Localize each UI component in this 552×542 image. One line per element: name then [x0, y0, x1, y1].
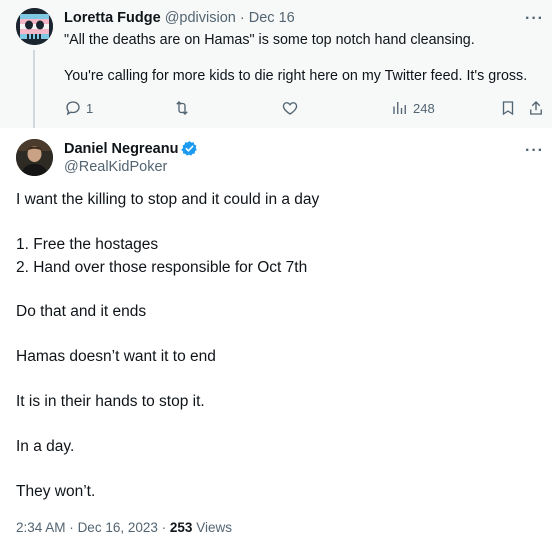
- tweet-date[interactable]: Dec 16, 2023: [78, 520, 158, 535]
- reply-author-name[interactable]: Loretta Fudge: [64, 10, 161, 26]
- tweet-body-line: It is in their hands to stop it.: [16, 393, 205, 410]
- retweet-icon: [176, 101, 188, 115]
- like-icon: [282, 102, 298, 115]
- tweet-body-line: Hamas doesn’t want it to end: [16, 348, 216, 365]
- tweet-time[interactable]: 2:34 AM: [16, 520, 66, 535]
- reply-separator: ·: [239, 10, 245, 26]
- profile-photo-icon: [16, 139, 53, 176]
- reply-count: 1: [86, 100, 94, 116]
- share-icon: [530, 101, 542, 115]
- reply-tweet[interactable]: Loretta Fudge @pdivision · Dec 16 ··· "A…: [0, 0, 552, 128]
- like-button[interactable]: [281, 98, 299, 118]
- tweet-body-line: 2. Hand over those responsible for Oct 7…: [16, 259, 308, 276]
- reply-icon: [66, 101, 80, 116]
- views-button[interactable]: 248: [391, 98, 435, 118]
- tweet-views-label: Views: [196, 520, 232, 535]
- share-button[interactable]: [527, 98, 545, 118]
- bookmark-button[interactable]: [499, 98, 517, 118]
- tweet-time-separator: ·: [69, 520, 74, 535]
- tweet-body-line: 1. Free the hostages: [16, 236, 159, 253]
- reply-button[interactable]: 1: [64, 98, 93, 118]
- tweet-timestamp-row: 2:34 AM · Dec 16, 2023 · 253 Views: [16, 520, 232, 535]
- reply-action-bar: 1 248: [64, 98, 544, 118]
- views-count: 248: [413, 100, 435, 116]
- main-author-name-row: Daniel Negreanu: [64, 140, 198, 157]
- main-author-handle[interactable]: @RealKidPoker: [64, 159, 167, 175]
- reply-header: Loretta Fudge @pdivision · Dec 16: [64, 10, 295, 26]
- avatar[interactable]: [16, 8, 53, 45]
- reply-text-line-1: "All the deaths are on Hamas" is some to…: [64, 32, 475, 48]
- tweet-body-line: Do that and it ends: [16, 303, 147, 320]
- tweet-views-count: 253: [169, 520, 193, 535]
- main-author-name[interactable]: Daniel Negreanu: [64, 141, 178, 157]
- tweet-body-line: They won’t.: [16, 483, 96, 500]
- tweet-views-separator: ·: [161, 520, 167, 535]
- retweet-button[interactable]: [173, 98, 191, 118]
- punisher-skull-avatar-icon: [16, 8, 53, 45]
- tweet-body-line: In a day.: [16, 438, 75, 455]
- avatar[interactable]: [16, 139, 53, 176]
- bookmark-icon: [502, 101, 514, 116]
- views-icon: [393, 102, 406, 114]
- verified-badge-icon: [181, 141, 198, 156]
- more-icon[interactable]: ···: [525, 11, 544, 27]
- tweet-body-line: I want the killing to stop and it could …: [16, 191, 320, 208]
- reply-date[interactable]: Dec 16: [249, 10, 295, 26]
- thread-connector-line: [33, 50, 35, 128]
- more-icon[interactable]: ···: [525, 143, 544, 159]
- reply-text-line-2: You're calling for more kids to die righ…: [64, 68, 528, 84]
- reply-author-handle[interactable]: @pdivision: [165, 10, 236, 26]
